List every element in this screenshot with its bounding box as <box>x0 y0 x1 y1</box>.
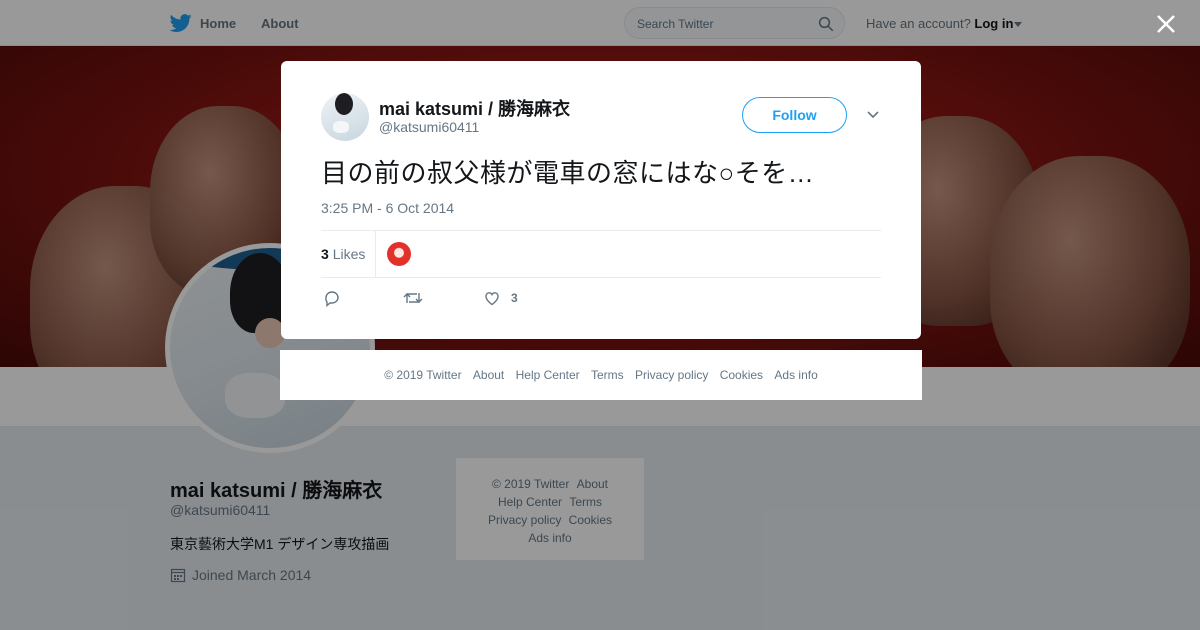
liker-avatar[interactable] <box>387 242 411 266</box>
tweet-timestamp[interactable]: 3:25 PM - 6 Oct 2014 <box>321 200 454 216</box>
footer-copyright: © 2019 Twitter <box>384 368 462 382</box>
follow-button[interactable]: Follow <box>742 97 847 133</box>
tweet-stats: 3 Likes <box>321 230 881 278</box>
footer-ads-link[interactable]: Ads info <box>774 368 817 382</box>
close-icon[interactable] <box>1155 13 1177 35</box>
footer-help-link[interactable]: Help Center <box>516 368 580 382</box>
retweet-button[interactable] <box>403 289 423 307</box>
tweet-author-avatar[interactable] <box>321 93 369 141</box>
like-button[interactable]: 3 <box>483 289 518 307</box>
tweet-text: 目の前の叔父様が電車の窓にはな○そを… <box>321 158 815 188</box>
like-count: 3 <box>511 291 518 305</box>
modal-footer: © 2019 Twitter About Help Center Terms P… <box>280 350 922 400</box>
tweet-actions: 3 <box>321 289 621 309</box>
footer-cookies-link[interactable]: Cookies <box>720 368 763 382</box>
avatar-hair <box>335 93 353 115</box>
reply-button[interactable] <box>323 289 341 307</box>
chevron-down-icon[interactable] <box>866 108 880 122</box>
footer-about-link[interactable]: About <box>473 368 504 382</box>
tweet-modal: mai katsumi / 勝海麻衣 @katsumi60411 Follow … <box>281 61 921 339</box>
likes-count: 3 <box>321 246 329 262</box>
tweet-author-handle[interactable]: @katsumi60411 <box>379 119 479 135</box>
avatar-glove <box>333 121 349 133</box>
likes-label: Likes <box>332 246 366 262</box>
footer-privacy-link[interactable]: Privacy policy <box>635 368 708 382</box>
likes-stat[interactable]: 3 Likes <box>321 246 365 262</box>
heart-icon <box>485 292 499 306</box>
footer-terms-link[interactable]: Terms <box>591 368 624 382</box>
tweet-author-name[interactable]: mai katsumi / 勝海麻衣 <box>379 95 570 121</box>
reply-icon <box>325 291 339 307</box>
stats-divider <box>375 231 376 277</box>
retweet-icon <box>403 293 423 303</box>
